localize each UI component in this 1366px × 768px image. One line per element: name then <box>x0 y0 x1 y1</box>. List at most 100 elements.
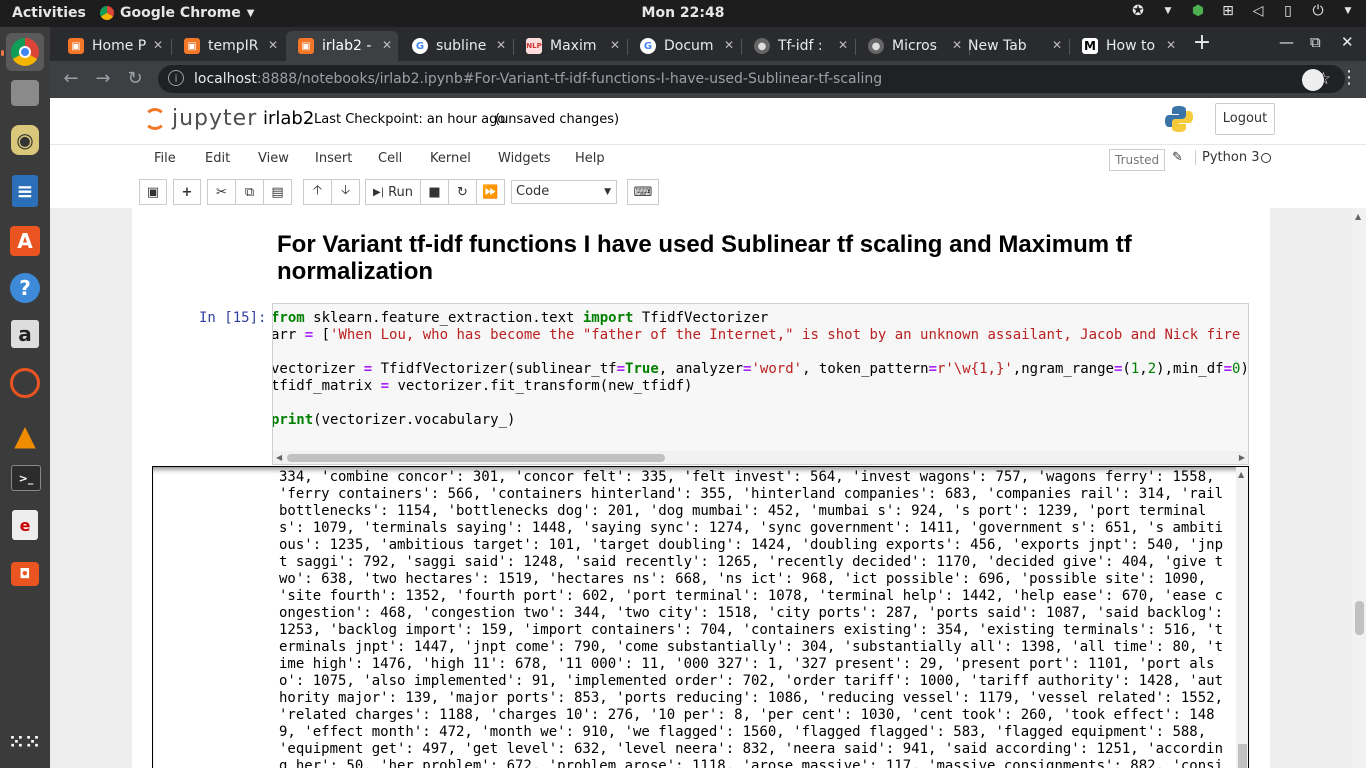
chevron-down-icon: ▼ <box>246 7 255 19</box>
close-icon[interactable]: ✕ <box>268 38 278 52</box>
scrollbar-thumb[interactable] <box>287 454 665 462</box>
close-icon[interactable]: ✕ <box>1052 38 1062 52</box>
close-window-icon[interactable]: ✕ <box>1341 33 1354 51</box>
writer-icon[interactable]: ≡ <box>12 175 38 207</box>
code-horizontal-scrollbar[interactable]: ◀ ▶ <box>273 451 1248 464</box>
chevron-down-icon[interactable]: ▼ <box>1340 3 1356 19</box>
files-icon[interactable] <box>11 80 39 106</box>
scrollbar-thumb[interactable] <box>1355 601 1364 635</box>
accessibility-icon[interactable]: ✪ <box>1130 3 1146 19</box>
jupyter-logo[interactable]: jupyter <box>144 106 257 131</box>
tab-tfidf[interactable]: ● Tf-idf : ✕ <box>742 31 854 61</box>
restart-button[interactable]: ↻ <box>448 179 477 205</box>
back-icon[interactable]: ← <box>60 68 82 90</box>
markdown-heading: For Variant tf-idf functions I have used… <box>277 231 1132 285</box>
cut-button[interactable]: ✂ <box>207 179 236 205</box>
tab-micros[interactable]: ● Micros ✕ <box>856 31 968 61</box>
tab-irlab2[interactable]: ▣ irlab2 - ✕ <box>286 31 398 61</box>
terminal-icon[interactable]: >_ <box>11 465 41 491</box>
tab-docum[interactable]: G Docum ✕ <box>628 31 740 61</box>
output-scrollbar[interactable]: ▲ <box>1236 467 1248 768</box>
rhythmbox-icon[interactable]: ◉ <box>11 125 39 155</box>
close-icon[interactable]: ✕ <box>1166 38 1176 52</box>
tab-label: tempIR <box>208 38 259 54</box>
chevron-down-icon[interactable]: ▼ <box>1160 3 1176 19</box>
menu-kernel[interactable]: Kernel <box>430 151 471 166</box>
close-icon[interactable]: ✕ <box>496 38 506 52</box>
help-icon[interactable]: ? <box>10 273 40 303</box>
restart-run-all-button[interactable]: ⏩ <box>476 179 505 205</box>
command-palette-button[interactable]: ⌨ <box>627 179 659 205</box>
close-icon[interactable]: ✕ <box>838 38 848 52</box>
network-icon[interactable]: ⊞ <box>1220 3 1236 19</box>
trusted-badge[interactable]: Trusted <box>1109 149 1166 171</box>
chrome-icon[interactable] <box>6 33 44 71</box>
interrupt-button[interactable]: ■ <box>420 179 449 205</box>
paste-button[interactable]: ▤ <box>263 179 292 205</box>
scroll-right-icon[interactable]: ▶ <box>1239 453 1245 462</box>
menu-file[interactable]: File <box>154 151 176 166</box>
app-menu[interactable]: Google Chrome ▼ <box>100 5 254 21</box>
menu-view[interactable]: View <box>258 151 289 166</box>
volume-icon[interactable]: ◁ <box>1250 3 1266 19</box>
tab-how-to[interactable]: M How to ✕ <box>1070 31 1182 61</box>
insert-cell-button[interactable]: + <box>173 179 201 205</box>
pencil-icon[interactable]: ✎ <box>1172 150 1183 165</box>
notebook-name[interactable]: irlab2 <box>263 108 314 129</box>
forward-icon[interactable]: → <box>92 68 114 90</box>
amazon-icon[interactable]: a <box>11 320 39 348</box>
url-text[interactable]: localhost:8888/notebooks/irlab2.ipynb#Fo… <box>194 71 882 87</box>
menu-widgets[interactable]: Widgets <box>498 151 551 166</box>
new-tab-button[interactable]: + <box>1189 31 1215 57</box>
page-scrollbar[interactable]: ▲ <box>1352 208 1366 768</box>
scroll-up-icon[interactable]: ▲ <box>1238 470 1244 479</box>
logout-button[interactable]: Logout <box>1215 103 1275 135</box>
move-up-button[interactable]: 🡡 <box>303 179 332 205</box>
shield-icon[interactable]: ⬢ <box>1190 3 1206 19</box>
tab-maxim[interactable]: NLP Maxim ✕ <box>514 31 626 61</box>
screenshot-icon[interactable]: ◘ <box>11 562 39 586</box>
menu-kebab-icon[interactable]: ⋮ <box>1340 67 1358 88</box>
menu-cell[interactable]: Cell <box>378 151 402 166</box>
menu-help[interactable]: Help <box>575 151 605 166</box>
close-icon[interactable]: ✕ <box>153 38 163 52</box>
scrollbar-thumb[interactable] <box>1238 744 1247 768</box>
system-tray[interactable]: ✪ ▼ ⬢ ⊞ ◁ ▯ ⏻ ▼ <box>1130 3 1356 19</box>
activities-button[interactable]: Activities <box>12 5 86 21</box>
menu-insert[interactable]: Insert <box>315 151 352 166</box>
clock[interactable]: Mon 22:48 <box>642 5 725 21</box>
tab-sublinear[interactable]: G subline ✕ <box>400 31 512 61</box>
code-cell-input[interactable]: from sklearn.feature_extraction.text imp… <box>272 303 1249 465</box>
docviewer-icon[interactable]: e <box>12 510 38 540</box>
close-icon[interactable]: ✕ <box>610 38 620 52</box>
update-icon[interactable] <box>10 368 40 398</box>
close-icon[interactable]: ✕ <box>724 38 734 52</box>
cell-type-select[interactable]: Code ▼ <box>511 180 617 204</box>
minimize-icon[interactable]: — <box>1279 33 1294 51</box>
menu-edit[interactable]: Edit <box>205 151 230 166</box>
cell-output-area[interactable]: 334, 'combine concor': 301, 'concor felt… <box>152 466 1249 768</box>
close-icon[interactable]: ✕ <box>382 38 392 52</box>
power-icon[interactable]: ⏻ <box>1310 3 1326 19</box>
software-icon[interactable]: A <box>10 226 40 256</box>
nlp-icon: NLP <box>526 38 542 54</box>
save-button[interactable]: ▣ <box>139 179 167 205</box>
tab-new-tab[interactable]: New Tab ✕ <box>956 31 1068 61</box>
address-bar[interactable]: i localhost:8888/notebooks/irlab2.ipynb#… <box>158 65 1345 93</box>
scroll-up-icon[interactable]: ▲ <box>1355 212 1361 221</box>
move-down-button[interactable]: 🡣 <box>331 179 360 205</box>
profile-avatar[interactable] <box>1302 69 1324 91</box>
info-icon[interactable]: i <box>168 70 184 86</box>
battery-icon[interactable]: ▯ <box>1280 3 1296 19</box>
maximize-icon[interactable]: ⧉ <box>1310 33 1321 51</box>
keyboard-icon: ⌨ <box>633 184 653 200</box>
copy-button[interactable]: ⧉ <box>235 179 264 205</box>
tab-tempir[interactable]: ▣ tempIR ✕ <box>172 31 284 61</box>
app-grid-icon[interactable]: ⁙⁙ <box>6 724 44 762</box>
scroll-left-icon[interactable]: ◀ <box>276 453 282 462</box>
vlc-icon[interactable]: ▲ <box>6 416 44 454</box>
reload-icon[interactable]: ↻ <box>124 68 146 90</box>
browser-toolbar: ← → ↻ i localhost:8888/notebooks/irlab2.… <box>50 61 1366 98</box>
run-button[interactable]: ▶| Run <box>365 179 421 205</box>
tab-home[interactable]: ▣ Home P ✕ <box>56 31 169 61</box>
